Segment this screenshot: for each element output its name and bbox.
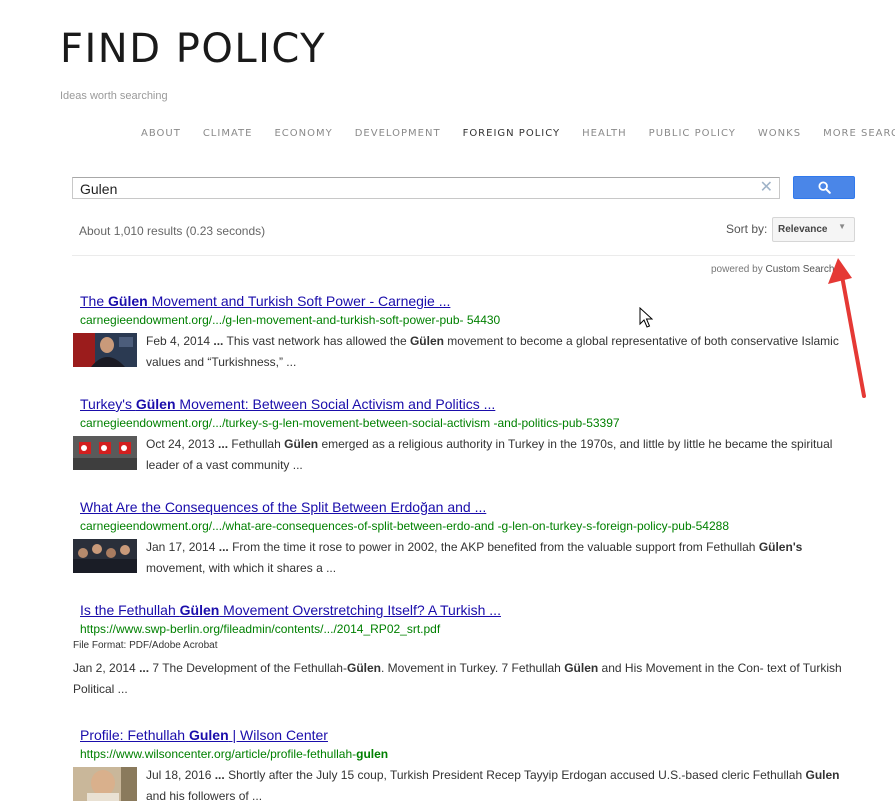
red-arrow-icon <box>828 258 866 398</box>
chevron-down-icon: ▼ <box>838 222 846 231</box>
result-title-link[interactable]: The Gülen Movement and Turkish Soft Powe… <box>80 293 450 309</box>
nav-more-search[interactable]: MORE SEARCH <box>823 128 895 139</box>
sort-value: Relevance <box>778 224 828 235</box>
custom-search-link[interactable]: Custom Search <box>765 264 834 275</box>
turkish-flags-photo-icon <box>73 436 137 470</box>
result-thumbnail[interactable] <box>73 436 137 470</box>
file-format: File Format: PDF/Adobe Acrobat <box>73 640 218 651</box>
result-snippet: Oct 24, 2013 ... Fethullah Gülen emerged… <box>146 437 833 472</box>
nav-economy[interactable]: ECONOMY <box>274 128 332 139</box>
site-tagline: Ideas worth searching <box>60 90 168 102</box>
result-thumbnail[interactable] <box>73 767 137 801</box>
nav-public-policy[interactable]: PUBLIC POLICY <box>649 128 736 139</box>
sort-dropdown[interactable]: Relevance ▼ <box>772 217 855 242</box>
search-icon <box>817 181 831 194</box>
result-title-link[interactable]: Profile: Fethullah Gulen | Wilson Center <box>80 727 328 743</box>
sort-label: Sort by: <box>726 222 768 236</box>
search-button[interactable] <box>793 176 855 199</box>
result-snippet: Jul 18, 2016 ... Shortly after the July … <box>146 768 840 803</box>
crowd-photo-icon <box>73 539 137 573</box>
mouse-cursor-icon <box>639 307 653 328</box>
powered-by-prefix: powered by <box>711 264 763 275</box>
erdogan-photo-icon <box>73 333 137 367</box>
result-title-link[interactable]: Is the Fethullah Gülen Movement Overstre… <box>80 602 501 618</box>
result-url: carnegieendowment.org/.../turkey-s-g-len… <box>80 416 620 430</box>
result-title-link[interactable]: Turkey's Gülen Movement: Between Social … <box>80 396 495 412</box>
main-nav: ABOUT CLIMATE ECONOMY DEVELOPMENT FOREIG… <box>141 128 895 139</box>
search-box: ✕ <box>72 177 780 199</box>
result-url: https://www.swp-berlin.org/fileadmin/con… <box>80 622 441 636</box>
close-icon[interactable]: ✕ <box>760 178 773 198</box>
nav-foreign-policy[interactable]: FOREIGN POLICY <box>463 128 561 139</box>
result-title-link[interactable]: What Are the Consequences of the Split B… <box>80 499 486 515</box>
result-url: carnegieendowment.org/.../g-len-movement… <box>80 313 501 327</box>
site-title[interactable]: FIND POLICY <box>60 26 326 72</box>
nav-climate[interactable]: CLIMATE <box>203 128 253 139</box>
result-url: carnegieendowment.org/.../what-are-conse… <box>80 519 730 533</box>
nav-about[interactable]: ABOUT <box>141 128 181 139</box>
nav-health[interactable]: HEALTH <box>582 128 627 139</box>
nav-wonks[interactable]: WONKS <box>758 128 801 139</box>
result-snippet: Feb 4, 2014 ... This vast network has al… <box>146 334 839 369</box>
gulen-photo-icon <box>73 767 137 801</box>
search-input[interactable] <box>80 180 740 197</box>
divider <box>72 255 855 256</box>
result-url: https://www.wilsoncenter.org/article/pro… <box>80 747 389 761</box>
result-thumbnail[interactable] <box>73 539 137 573</box>
powered-by: powered by Custom Search <box>711 264 834 275</box>
results-count: About 1,010 results (0.23 seconds) <box>79 224 266 238</box>
result-snippet: Jan 17, 2014 ... From the time it rose t… <box>146 540 803 575</box>
result-snippet: Jan 2, 2014 ... 7 The Development of the… <box>73 661 842 696</box>
nav-development[interactable]: DEVELOPMENT <box>355 128 441 139</box>
result-thumbnail[interactable] <box>73 333 137 367</box>
